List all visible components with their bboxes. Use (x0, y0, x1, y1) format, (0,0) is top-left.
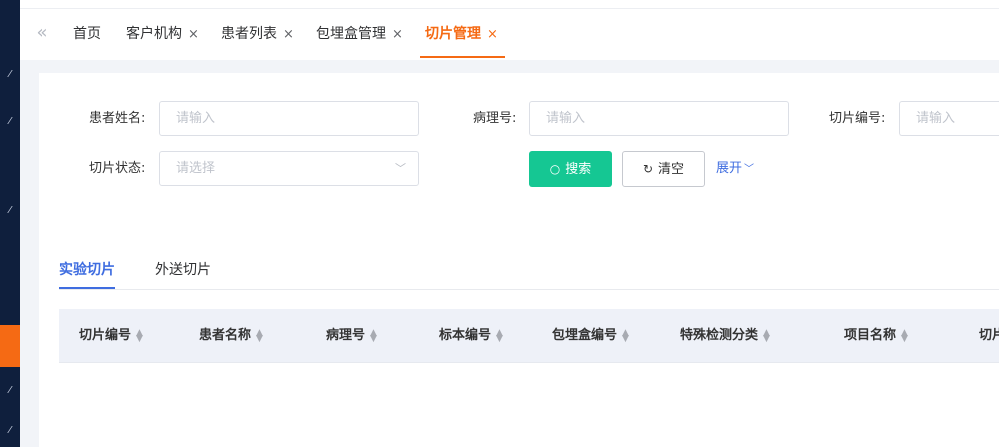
tab-label: 患者列表 (221, 26, 277, 42)
double-chevron-left-icon[interactable]: « (32, 22, 52, 44)
column-label: 切片编号 (79, 328, 132, 343)
tab-label: 首页 (73, 26, 101, 42)
sidebar-chevron-icon[interactable]: ⁄ (4, 205, 16, 217)
patient-name-label: 患者姓名: (89, 111, 146, 126)
close-icon[interactable]: × (392, 27, 403, 42)
column-header-slice-no[interactable]: 切片编号 ▲ ▼ (79, 309, 143, 363)
pathology-no-label: 病理号: (473, 111, 517, 126)
sidebar-chevron-icon[interactable]: ⁄ (4, 425, 16, 437)
sort-icon[interactable]: ▲ ▼ (763, 328, 770, 343)
column-label: 病理号 (326, 328, 366, 343)
close-icon[interactable]: × (188, 27, 199, 42)
subtab-label: 实验切片 (59, 262, 115, 278)
slice-status-select[interactable]: 请选择 ﹀ (159, 151, 419, 186)
sidebar-chevron-icon[interactable]: ⁄ (4, 69, 16, 81)
column-label: 标本编号 (439, 328, 492, 343)
sort-icon[interactable]: ▲ ▼ (370, 328, 377, 343)
clear-button-label: 清空 (658, 162, 685, 177)
expand-label: 展开 (716, 161, 743, 176)
refresh-icon: ↻ (642, 162, 654, 176)
slice-no-label: 切片编号: (829, 111, 886, 126)
placeholder-text: 请输入 (546, 111, 586, 126)
column-label: 特殊检测分类 (680, 328, 759, 343)
placeholder-text: 请输入 (176, 111, 216, 126)
expand-link[interactable]: 展开 ﹀ (716, 151, 754, 187)
subtab-outsourced-slices[interactable]: 外送切片 (155, 253, 211, 289)
header-strip (20, 0, 999, 9)
tab-label: 客户机构 (126, 26, 182, 42)
close-icon[interactable]: × (487, 27, 498, 42)
column-label: 包埋盒编号 (552, 328, 618, 343)
column-header-slice[interactable]: 切片 (979, 309, 999, 363)
sort-icon[interactable]: ▲ ▼ (901, 328, 908, 343)
table-header: 切片编号 ▲ ▼ 患者名称 ▲ ▼ 病理号 ▲ ▼ 标本编号 ▲ ▼ 包埋盒编号 ▲ ▼ 特殊检测分… (59, 309, 999, 363)
search-icon: ○ (549, 162, 561, 176)
sort-icon[interactable]: ▲ ▼ (496, 328, 503, 343)
sort-icon[interactable]: ▲ ▼ (136, 328, 143, 343)
column-header-special-test-category[interactable]: 特殊检测分类 ▲ ▼ (680, 309, 770, 363)
tab-home[interactable]: 首页 (73, 9, 101, 60)
tab-cassette-management[interactable]: 包埋盒管理 × (316, 9, 403, 60)
search-button-label: 搜索 (565, 162, 592, 177)
subtab-label: 外送切片 (155, 262, 211, 278)
main-content: 患者姓名: 请输入 病理号: 请输入 切片编号: 请输入 切片状态: 请选择 ﹀… (39, 73, 999, 447)
tab-customer-org[interactable]: 客户机构 × (126, 9, 199, 60)
search-button[interactable]: ○ 搜索 (529, 151, 612, 187)
sort-icon[interactable]: ▲ ▼ (256, 328, 263, 343)
active-subtab-indicator (59, 287, 115, 289)
subtab-divider (59, 289, 999, 290)
sidebar-chevron-icon[interactable]: ⁄ (4, 385, 16, 397)
placeholder-text: 请选择 (176, 161, 216, 176)
tab-label: 包埋盒管理 (316, 26, 386, 42)
sort-icon[interactable]: ▲ ▼ (622, 328, 629, 343)
sidebar-chevron-icon[interactable]: ⁄ (4, 116, 16, 128)
chevron-down-icon: ﹀ (744, 164, 755, 175)
pathology-no-input[interactable]: 请输入 (529, 101, 789, 136)
sidebar-active-item[interactable] (0, 325, 20, 367)
slice-no-input[interactable]: 请输入 (899, 101, 999, 136)
clear-button[interactable]: ↻ 清空 (622, 151, 705, 187)
column-header-cassette-no[interactable]: 包埋盒编号 ▲ ▼ (552, 309, 629, 363)
active-tab-indicator (420, 56, 505, 58)
column-label: 患者名称 (199, 328, 252, 343)
column-header-pathology-no[interactable]: 病理号 ▲ ▼ (326, 309, 377, 363)
chevron-down-icon: ﹀ (395, 162, 406, 175)
column-header-project-name[interactable]: 项目名称 ▲ ▼ (844, 309, 908, 363)
column-header-patient-name[interactable]: 患者名称 ▲ ▼ (199, 309, 263, 363)
column-label: 项目名称 (844, 328, 897, 343)
placeholder-text: 请输入 (916, 111, 956, 126)
close-icon[interactable]: × (283, 27, 294, 42)
subtab-lab-slices[interactable]: 实验切片 (59, 253, 115, 289)
sidebar: ⁄ ⁄ ⁄ ⁄ ⁄ (0, 0, 20, 447)
tab-patient-list[interactable]: 患者列表 × (221, 9, 294, 60)
tab-label: 切片管理 (425, 26, 481, 42)
patient-name-input[interactable]: 请输入 (159, 101, 419, 136)
slice-status-label: 切片状态: (89, 161, 146, 176)
column-header-specimen-no[interactable]: 标本编号 ▲ ▼ (439, 309, 503, 363)
column-label: 切片 (979, 328, 999, 343)
tab-slice-management[interactable]: 切片管理 × (425, 9, 498, 60)
tab-bar: « 首页 客户机构 × 患者列表 × 包埋盒管理 × 切片管理 × (20, 9, 999, 60)
